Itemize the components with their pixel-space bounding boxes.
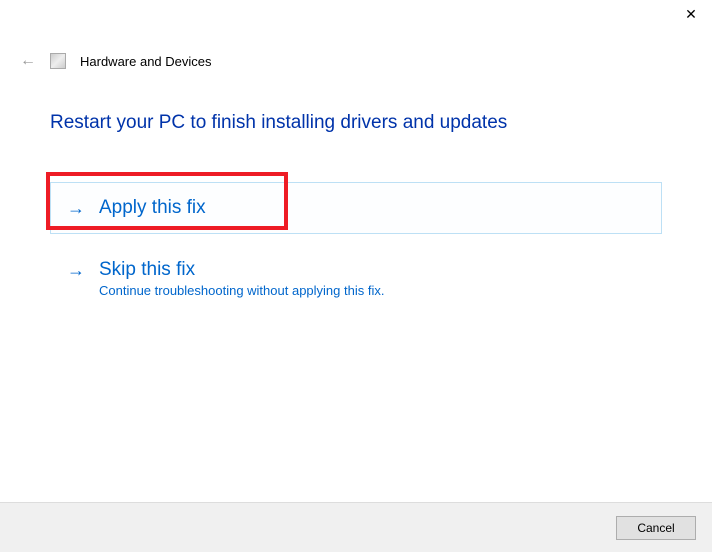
- back-arrow-icon[interactable]: ←: [20, 52, 36, 70]
- skip-fix-option[interactable]: → Skip this fix Continue troubleshooting…: [50, 244, 662, 313]
- arrow-right-icon: →: [67, 197, 85, 219]
- option-description: Continue troubleshooting without applyin…: [99, 283, 384, 298]
- cancel-button[interactable]: Cancel: [616, 516, 696, 540]
- header-title: Hardware and Devices: [80, 54, 212, 69]
- option-body: Apply this fix: [99, 197, 206, 219]
- instruction-text: Restart your PC to finish installing dri…: [50, 112, 662, 134]
- title-bar: ✕: [0, 0, 712, 32]
- option-title: Apply this fix: [99, 197, 206, 219]
- troubleshooter-icon: [50, 53, 66, 69]
- header: ← Hardware and Devices: [0, 32, 712, 80]
- option-title: Skip this fix: [99, 259, 384, 281]
- option-body: Skip this fix Continue troubleshooting w…: [99, 259, 384, 298]
- footer: Cancel: [0, 502, 712, 552]
- arrow-right-icon: →: [67, 259, 85, 281]
- close-button[interactable]: ✕: [670, 0, 712, 28]
- content-area: Restart your PC to finish installing dri…: [0, 80, 712, 313]
- apply-fix-option[interactable]: → Apply this fix: [50, 182, 662, 234]
- close-icon: ✕: [685, 6, 697, 23]
